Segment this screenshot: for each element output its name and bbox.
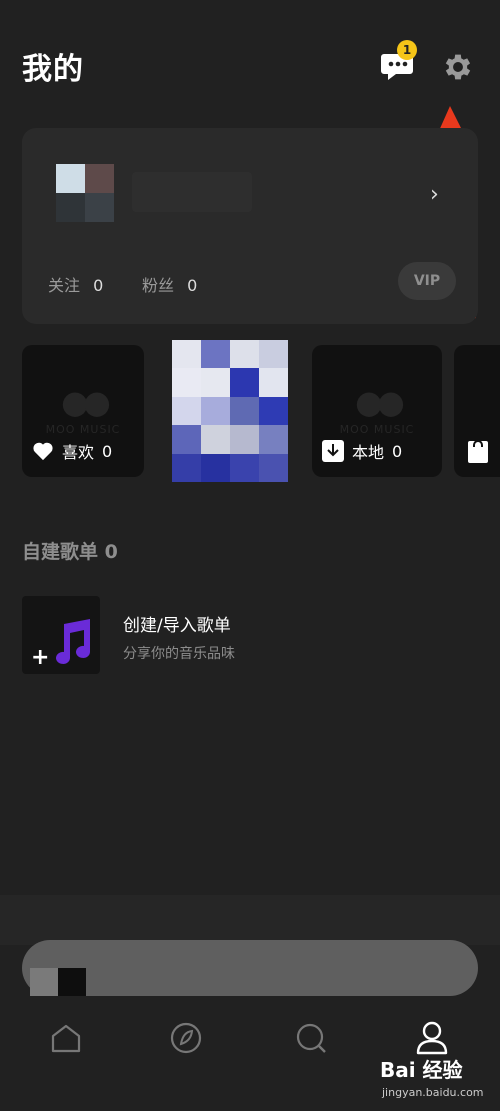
discover-icon — [170, 1022, 202, 1054]
message-count-badge: 1 — [397, 40, 417, 60]
heart-icon — [33, 442, 53, 461]
create-playlist-subtitle: 分享你的音乐品味 — [123, 646, 235, 662]
create-playlist-title[interactable]: 创建/导入歌单 — [123, 611, 231, 636]
liked-label: 喜欢 — [62, 443, 95, 462]
liked-songs-tile[interactable]: ●● MOO MUSIC 喜欢 0 — [22, 345, 144, 477]
follow-count: 0 — [93, 276, 104, 295]
player-blur-area — [0, 895, 500, 945]
purchased-tile[interactable] — [454, 345, 500, 477]
follow-label: 关注 — [48, 276, 81, 295]
moo-logo-icon: ●● — [355, 383, 405, 421]
download-icon — [322, 440, 344, 462]
music-note-icon — [56, 619, 90, 664]
page-title: 我的 — [22, 52, 84, 87]
baidu-watermark-logo: Bai 经验 — [380, 1058, 463, 1082]
tile-watermark-text: MOO MUSIC — [45, 423, 121, 436]
tile-watermark: ●● MOO MUSIC — [312, 383, 442, 436]
vip-button[interactable]: VIP — [398, 262, 456, 300]
tile-watermark-text: MOO MUSIC — [339, 423, 415, 436]
username-blurred — [132, 172, 252, 212]
local-label: 本地 — [352, 443, 385, 462]
tab-home[interactable] — [46, 1016, 86, 1060]
mini-player-thumbnail[interactable] — [30, 968, 86, 996]
gear-icon — [445, 54, 471, 80]
search-icon — [296, 1023, 326, 1053]
local-music-tile[interactable]: ●● MOO MUSIC 本地 0 — [312, 345, 442, 477]
follow-stat[interactable]: 关注 0 — [48, 272, 103, 296]
profile-icon — [416, 1021, 448, 1055]
fans-stat[interactable]: 粉丝 0 — [142, 272, 197, 296]
tile-watermark: ●● MOO MUSIC — [22, 383, 144, 436]
create-playlist-cover[interactable]: + — [22, 596, 100, 674]
pixelated-album-cover[interactable] — [172, 340, 288, 482]
chevron-right-icon[interactable]: › — [430, 182, 439, 207]
profile-card[interactable]: › 关注 0 粉丝 0 VIP — [22, 128, 478, 324]
baidu-watermark-url: jingyan.baidu.com — [382, 1086, 484, 1099]
plus-icon: + — [31, 645, 50, 670]
moo-logo-icon: ●● — [61, 383, 111, 421]
fans-count: 0 — [187, 276, 198, 295]
home-icon — [51, 1024, 81, 1053]
fans-label: 粉丝 — [142, 276, 175, 295]
avatar[interactable] — [56, 164, 114, 222]
tab-search[interactable] — [291, 1016, 331, 1060]
mini-player-bar[interactable] — [22, 940, 478, 996]
liked-count: 0 — [102, 441, 113, 461]
self-built-playlists-title: 自建歌单 0 — [22, 541, 118, 563]
local-count: 0 — [392, 441, 403, 461]
settings-button[interactable] — [441, 50, 475, 84]
tab-discover[interactable] — [166, 1016, 206, 1060]
bag-icon — [468, 440, 488, 463]
